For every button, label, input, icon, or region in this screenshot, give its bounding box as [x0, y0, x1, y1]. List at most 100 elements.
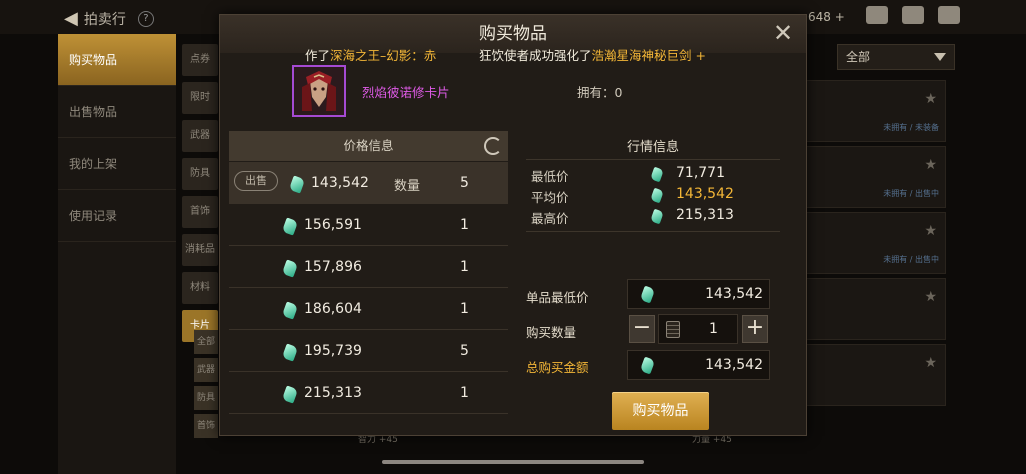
ticker-left-prefix: 作了 — [305, 48, 331, 63]
help-icon[interactable]: ? — [137, 10, 154, 27]
ticker-right-text: 狂饮使者成功强化了 — [479, 48, 592, 63]
item-name: 烈焰彼诺修卡片 — [362, 85, 450, 100]
quantity-input[interactable]: 1 — [658, 314, 738, 344]
refresh-icon[interactable] — [484, 137, 502, 155]
row-price: 195,739 — [304, 343, 362, 359]
market-label-max: 最高价 — [531, 211, 569, 226]
sidebar-item-my-listings[interactable]: 我的上架 — [58, 138, 176, 190]
list-item[interactable]: ★ — [806, 278, 946, 340]
star-icon[interactable]: ★ — [924, 223, 937, 239]
subcategory-item[interactable]: 全部 — [194, 330, 218, 354]
category-item[interactable]: 限时 — [182, 82, 218, 114]
page-title: 拍卖行 — [83, 11, 126, 28]
unit-price-value: 143,542 — [705, 286, 763, 302]
top-icons — [866, 6, 960, 24]
price-info-title: 价格信息 — [343, 138, 394, 153]
list-item[interactable]: ★ 未拥有 / 未装备 — [806, 80, 946, 142]
list-item[interactable]: ★ 未拥有 / 出售中 — [806, 212, 946, 274]
sidebar-item-buy[interactable]: 购买物品 — [58, 34, 176, 86]
star-icon[interactable]: ★ — [924, 91, 937, 107]
purchase-modal: 购买物品 ✕ 作了深海之王–幻影：赤 狂饮使者成功强化了浩瀚星海神秘巨剑 + 烈… — [219, 14, 807, 436]
unit-price-label: 单品最低价 — [526, 290, 589, 305]
row-qty: 5 — [460, 343, 469, 359]
market-info-title: 行情信息 — [626, 140, 679, 155]
category-item[interactable]: 消耗品 — [182, 234, 218, 266]
market-value-max: 215,313 — [676, 207, 734, 223]
category-item[interactable]: 点券 — [182, 44, 218, 76]
gem-icon — [281, 343, 299, 362]
category-list: 点券 限时 武器 防具 首饰 消耗品 材料 卡片 — [182, 44, 218, 348]
calculator-icon[interactable] — [666, 321, 680, 338]
price-row[interactable]: 156,591 1 — [229, 204, 508, 246]
ticker-left-item: 深海之王–幻影：赤 — [330, 48, 437, 63]
row-meta: 未拥有 / 未装备 — [883, 123, 939, 132]
divider — [526, 159, 780, 160]
minus-button[interactable]: − — [629, 315, 655, 343]
currency-display: 648 + — [808, 10, 845, 24]
star-icon[interactable]: ★ — [924, 355, 937, 371]
price-row[interactable]: 出售 143,542 数量 5 — [229, 162, 508, 204]
gem-icon — [281, 259, 299, 278]
gem-icon — [650, 187, 664, 204]
subcategory-item[interactable]: 武器 — [194, 358, 218, 382]
row-price: 215,313 — [304, 385, 362, 401]
list-item[interactable]: ★ 未拥有 / 出售中 — [806, 146, 946, 208]
row-price: 186,604 — [304, 301, 362, 317]
subcategory-item[interactable]: 首饰 — [194, 414, 218, 438]
category-item[interactable]: 材料 — [182, 272, 218, 304]
home-indicator[interactable] — [382, 460, 644, 464]
gem-icon — [281, 301, 299, 320]
row-qty: 1 — [460, 259, 469, 275]
price-info-header: 价格信息 — [229, 131, 508, 161]
card-portrait-icon — [294, 67, 344, 115]
sidebar: 购买物品 出售物品 我的上架 使用记录 — [58, 34, 176, 474]
market-label-min: 最低价 — [531, 169, 569, 184]
broadcast-ticker: 作了深海之王–幻影：赤 狂饮使者成功强化了浩瀚星海神秘巨剑 + — [220, 45, 806, 65]
quantity-value: 1 — [709, 321, 718, 337]
row-qty: 1 — [460, 217, 469, 233]
filter-label: 全部 — [846, 50, 871, 64]
gem-icon — [639, 356, 656, 375]
subcategory-item[interactable]: 防具 — [194, 386, 218, 410]
star-icon[interactable]: ★ — [924, 289, 937, 305]
price-row[interactable]: 215,313 1 — [229, 372, 508, 414]
qty-label: 数量 — [394, 179, 421, 194]
divider — [526, 231, 780, 232]
row-meta: 未拥有 / 出售中 — [883, 189, 939, 198]
row-qty: 5 — [460, 175, 469, 191]
category-item[interactable]: 武器 — [182, 120, 218, 152]
mail-icon[interactable] — [902, 6, 924, 24]
owned-count: 拥有：0 — [577, 85, 623, 100]
inventory-icon[interactable] — [866, 6, 888, 24]
market-value-min: 71,771 — [676, 165, 725, 181]
price-row[interactable]: 195,739 5 — [229, 330, 508, 372]
row-price: 157,896 — [304, 259, 362, 275]
price-row[interactable]: 157,896 1 — [229, 246, 508, 288]
buy-button[interactable]: 购买物品 — [612, 392, 709, 430]
gem-icon — [639, 285, 656, 304]
row-meta: 未拥有 / 出售中 — [883, 255, 939, 264]
market-value-avg: 143,542 — [676, 186, 734, 202]
back-arrow-icon: ◀ — [64, 8, 78, 29]
gem-icon — [650, 166, 664, 183]
back-button[interactable]: ◀ 拍卖行 ? — [64, 8, 154, 29]
gem-icon — [281, 217, 299, 236]
item-card-image — [292, 65, 346, 117]
category-item[interactable]: 首饰 — [182, 196, 218, 228]
chat-icon[interactable] — [938, 6, 960, 24]
price-row[interactable]: 186,604 1 — [229, 288, 508, 330]
total-label: 总购买金额 — [526, 360, 589, 375]
sidebar-item-history[interactable]: 使用记录 — [58, 190, 176, 242]
plus-button[interactable]: + — [742, 315, 768, 343]
sidebar-item-sell[interactable]: 出售物品 — [58, 86, 176, 138]
gem-icon — [281, 385, 299, 404]
row-price: 143,542 — [311, 175, 369, 191]
list-item[interactable]: ★ — [806, 344, 946, 406]
row-qty: 1 — [460, 385, 469, 401]
buy-qty-label: 购买数量 — [526, 325, 577, 340]
total-value: 143,542 — [705, 357, 763, 373]
star-icon[interactable]: ★ — [924, 157, 937, 173]
filter-dropdown[interactable]: 全部 — [837, 44, 955, 70]
close-button[interactable]: ✕ — [772, 21, 794, 45]
category-item[interactable]: 防具 — [182, 158, 218, 190]
